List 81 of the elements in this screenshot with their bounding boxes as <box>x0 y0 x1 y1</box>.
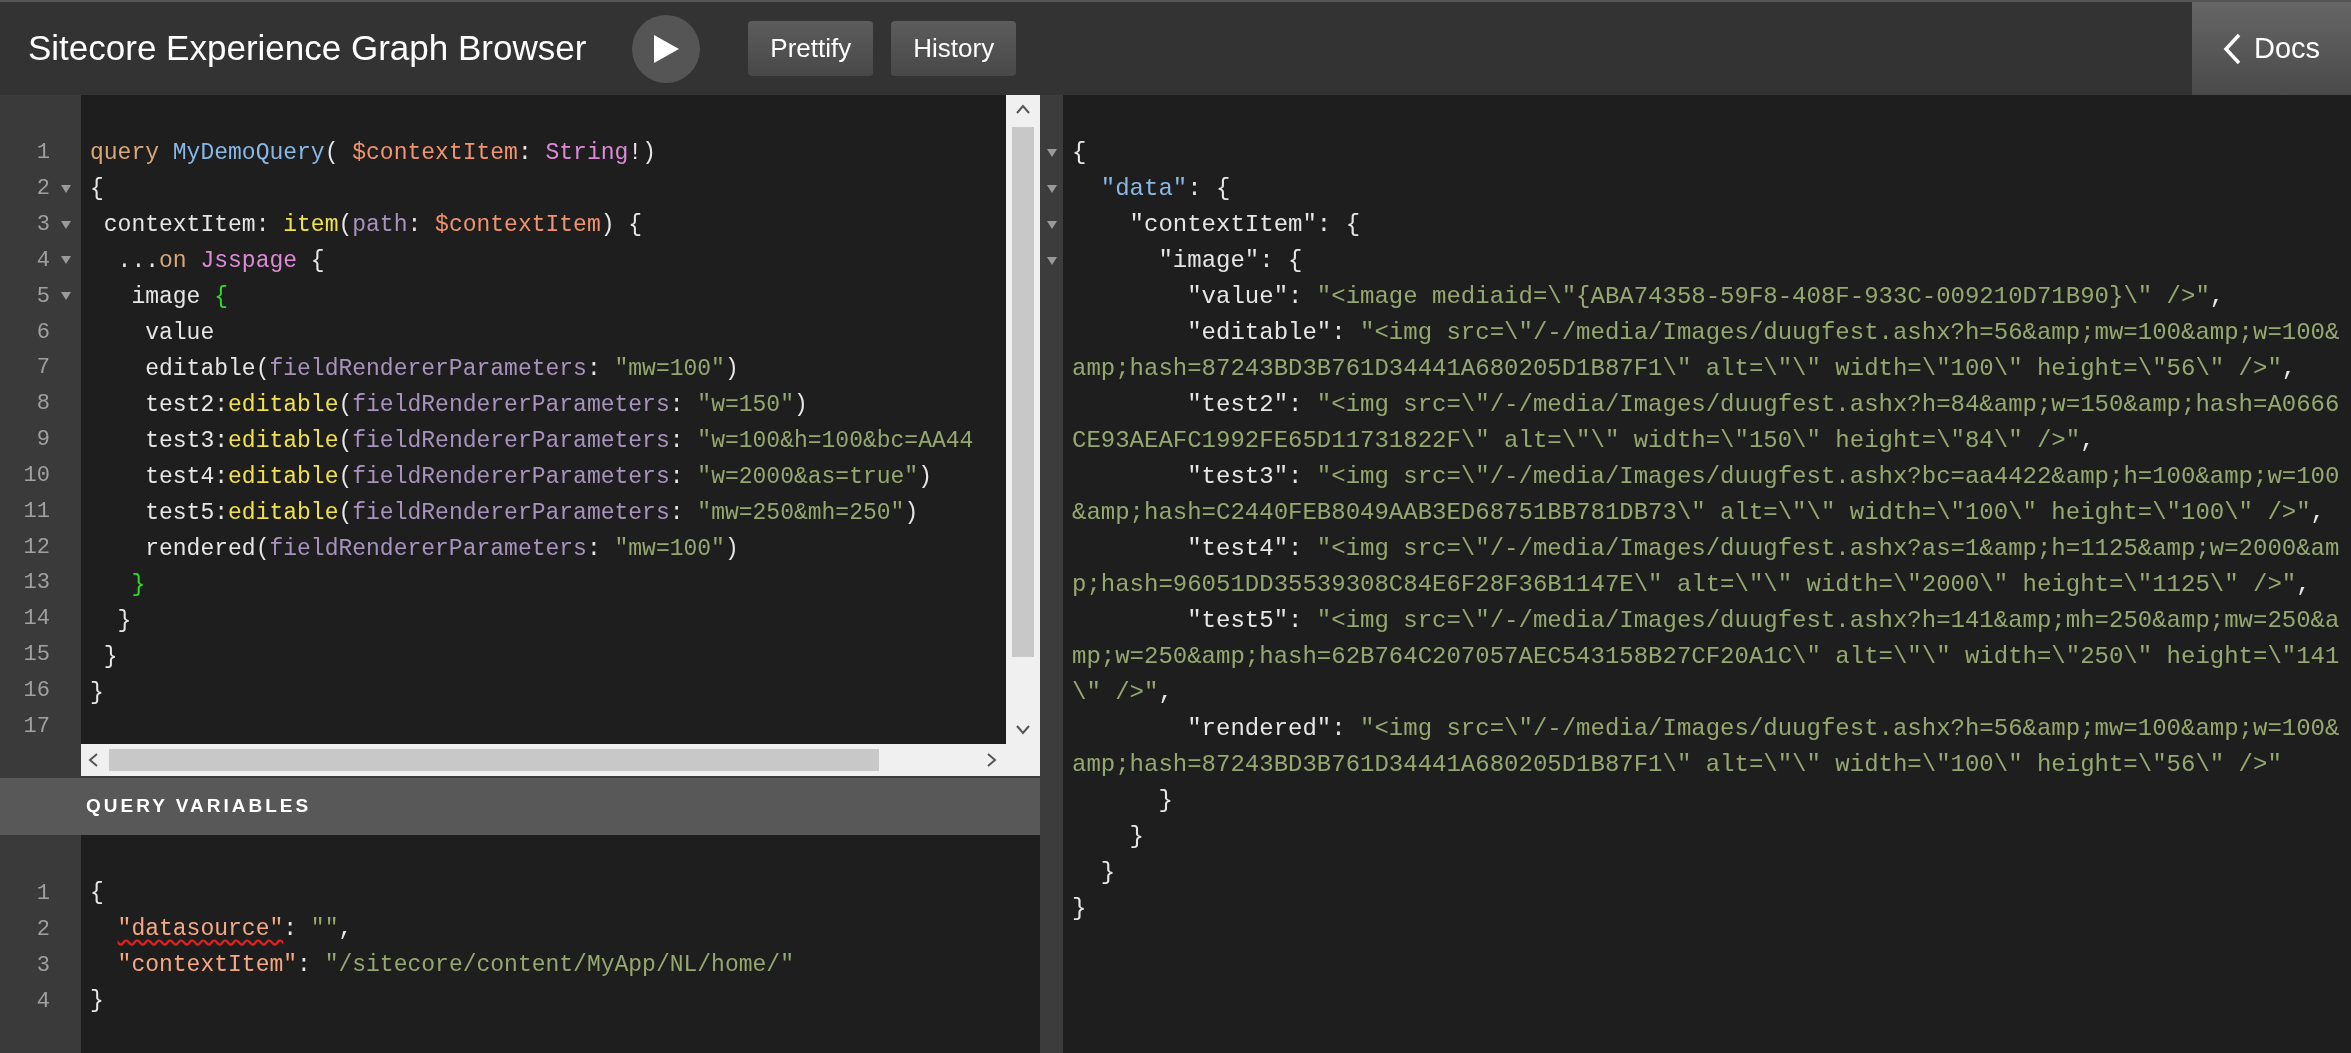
scroll-down-icon[interactable] <box>1015 724 1031 736</box>
code-line: { <box>90 175 105 204</box>
scroll-right-icon[interactable] <box>986 752 998 768</box>
line-number: 10 <box>22 461 50 490</box>
line-number: 1 <box>35 879 50 908</box>
fold-arrow-icon[interactable] <box>60 292 71 301</box>
line-number: 2 <box>35 175 50 204</box>
scroll-left-icon[interactable] <box>87 752 99 768</box>
play-icon <box>652 33 681 64</box>
code-line: "test3": "<img src=\"/-/media/Images/duugfest.ashx?bc=aa4422&amp;h=100&amp;w=100&amp;hash=C2440FEB8049AAB3ED68751BB781DB73\" alt=\"\" width=\"100\" height=\"100\" />", <box>1072 462 2341 528</box>
line-number: 14 <box>22 605 50 634</box>
code-line: } <box>1157 786 1174 816</box>
code-line: "test2": "<img src=\"/-/media/Images/duugfest.ashx?h=84&amp;w=150&amp;hash=A0666CE93AEAFC1992FE65D11731822F\" alt=\"\" width=\"150\" height=\"84\" />", <box>1072 390 2341 456</box>
line-number: 3 <box>35 951 50 980</box>
code-line: rendered(fieldRendererParameters: "mw=100") <box>144 535 740 564</box>
line-number: 7 <box>35 354 50 383</box>
docs-button[interactable]: Docs <box>2192 2 2351 95</box>
line-number: 15 <box>22 641 50 669</box>
code-line: test3:editable(fieldRendererParameters: "w=100&h=100&bc=AA44 <box>144 427 975 456</box>
scrollbar-thumb[interactable] <box>109 749 879 771</box>
code-line: "image": { <box>1157 246 1304 276</box>
fold-arrow-icon[interactable] <box>1046 221 1057 229</box>
code-line: test5:editable(fieldRendererParameters: "mw=250&mh=250") <box>144 499 920 528</box>
line-number: 3 <box>35 211 50 240</box>
line-number: 6 <box>35 318 50 347</box>
scrollbar-thumb[interactable] <box>1012 127 1034 657</box>
code-line: contextItem: item(path: $contextItem) { <box>102 211 644 240</box>
line-number: 8 <box>35 390 50 419</box>
code-line: "test4": "<img src=\"/-/media/Images/duugfest.ashx?as=1&amp;h=1125&amp;w=2000&amp;hash=96051DD35539308C84E6F28F36B1147E\" alt=\"\" width=\"2000\" height=\"1125\" />", <box>1072 534 2341 600</box>
code-line: ...on Jsspage { <box>116 247 326 276</box>
line-number: 11 <box>22 497 50 526</box>
code-line: } <box>130 571 147 600</box>
code-line: test4:editable(fieldRendererParameters: "w=2000&as=true") <box>144 463 933 492</box>
code-line: } <box>102 643 119 672</box>
scroll-up-icon[interactable] <box>1015 103 1031 115</box>
code-line: } <box>1099 858 1117 888</box>
code-line: "test5": "<img src=\"/-/media/Images/duugfest.ashx?h=141&amp;mh=250&amp;mw=250&amp;w=250&amp;hash=62B764C207057AEC543158B27CF20A1C\" alt=\"\" width=\"250\" height=\"141\" />", <box>1072 606 2341 708</box>
code-line: value <box>144 319 216 348</box>
line-number: 13 <box>22 569 50 598</box>
code-line: { <box>1072 138 1088 168</box>
toolbar-button[interactable]: History <box>891 21 1017 76</box>
horizontal-scrollbar[interactable] <box>81 744 1006 776</box>
code-line: query MyDemoQuery( $contextItem: String!) <box>90 139 657 168</box>
code-line: } <box>90 679 105 708</box>
fold-arrow-icon[interactable] <box>60 256 71 265</box>
variables-editor[interactable]: 1 2 3 4 { "datasource": "", "contextItem": "/sitecore/content/MyApp/NL/home/" } <box>0 835 1040 1053</box>
code-line: "datasource": "", <box>116 915 354 944</box>
code-line: editable(fieldRendererParameters: "mw=100") <box>144 355 740 384</box>
fold-arrow-icon[interactable] <box>60 184 71 193</box>
line-number: 9 <box>35 426 50 455</box>
fold-arrow-icon[interactable] <box>1046 149 1057 157</box>
code-line: "contextItem": "/sitecore/content/MyApp/NL/home/" <box>116 951 795 980</box>
code-line: test2:editable(fieldRendererParameters: "w=150") <box>144 391 809 420</box>
code-line: { <box>90 879 105 908</box>
code-line: } <box>1072 894 1088 924</box>
fold-arrow-icon[interactable] <box>1046 185 1057 193</box>
line-number: 17 <box>22 712 50 741</box>
vertical-scrollbar[interactable] <box>1006 95 1040 744</box>
toolbar-button[interactable]: Prettify <box>748 21 874 76</box>
code-line: } <box>1128 822 1145 852</box>
panel-title: QUERY VARIABLES <box>86 794 312 819</box>
line-number: 16 <box>22 676 50 705</box>
line-number: 5 <box>35 282 50 311</box>
code-line: "contextItem": { <box>1128 210 1362 240</box>
app-title: Sitecore Experience Graph Browser <box>28 27 587 70</box>
fold-arrow-icon[interactable] <box>1046 257 1057 265</box>
fold-arrow-icon[interactable] <box>60 220 71 229</box>
code-line: "rendered": "<img src=\"/-/media/Images/duugfest.ashx?h=56&amp;mw=100&amp;w=100&amp;hash=87243BD3B761D34441A680205D1B87F1\" alt=\"\" width=\"100\" height=\"56\" />" <box>1072 714 2341 780</box>
line-number: 4 <box>35 246 50 275</box>
code-line: } <box>116 607 133 636</box>
line-number: 4 <box>35 987 50 1016</box>
line-number: 12 <box>22 533 50 562</box>
code-line: image { <box>130 283 230 312</box>
code-line: "editable": "<img src=\"/-/media/Images/duugfest.ashx?h=56&amp;mw=100&amp;w=100&amp;hash=87243BD3B761D34441A680205D1B87F1\" alt=\"\" width=\"100\" height=\"56\" />", <box>1072 318 2341 384</box>
query-editor[interactable] <box>0 95 1040 776</box>
code-line: "value": "<image mediaid=\"{ABA74358-59F8-408F-933C-009210D71B90}\" />", <box>1186 282 2226 312</box>
chevron-left-icon <box>2222 32 2242 65</box>
code-line: } <box>90 987 105 1016</box>
line-number: 2 <box>35 915 50 944</box>
code-line: "data": { <box>1099 174 1232 204</box>
line-number: 1 <box>35 139 50 168</box>
